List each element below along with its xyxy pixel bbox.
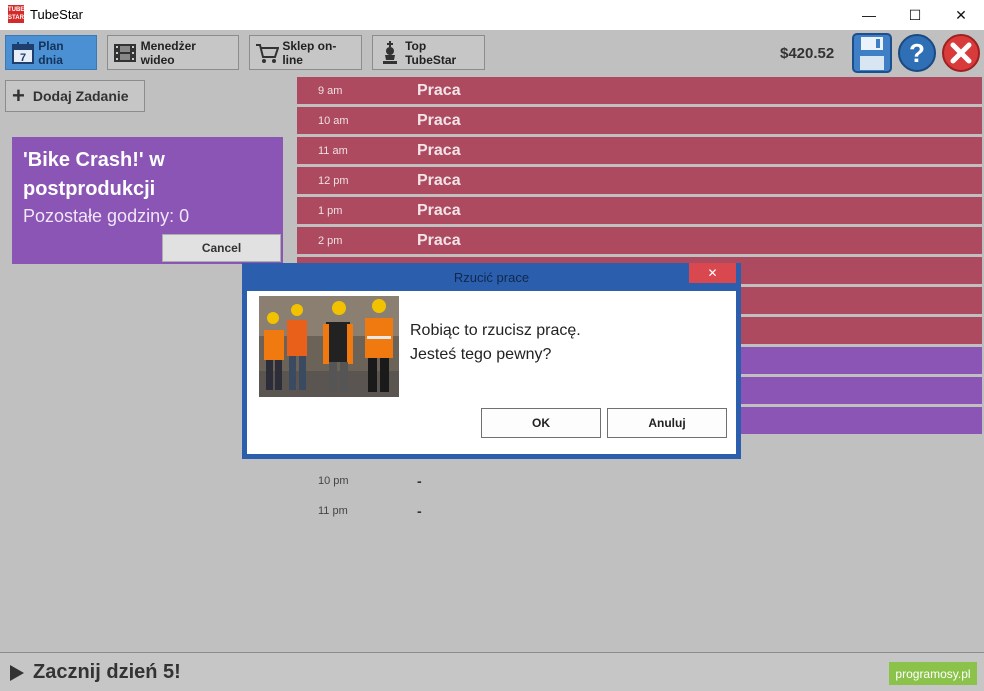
tab-sklep-online-label: Sklep on-line [282,38,337,67]
project-card: 'Bike Crash!' w postprodukcji Pozostałe … [12,137,283,264]
slot-label: Praca [417,231,461,249]
add-task-button[interactable]: + Dodaj Zadanie [5,80,145,112]
slot-time: 11 am [318,144,348,157]
slot-time: 12 pm [318,174,349,187]
schedule-slot[interactable]: 1 pm Praca [297,197,982,224]
tab-sklep-online[interactable]: Sklep on-line [249,35,362,70]
schedule-slot[interactable]: 2 pm Praca [297,227,982,254]
maximize-button[interactable]: ☐ [892,0,938,30]
slot-label: Praca [417,141,461,159]
slot-time: 10 am [318,114,349,127]
add-task-label: Dodaj Zadanie [32,88,129,104]
app-logo-icon: TUBE STAR [8,5,25,23]
tab-top-tubestar[interactable]: Top TubeStar [372,35,485,70]
workers-photo [259,296,399,397]
dialog-body: Robiąc to rzucisz pracę. Jesteś tego pew… [247,291,736,454]
title-bar: TUBE STAR TubeStar — ☐ ✕ [0,0,984,30]
project-hours-remaining: Pozostałe godziny: 0 [23,206,190,226]
play-icon [10,664,24,681]
dialog-message: Robiąc to rzucisz pracę. Jesteś tego pew… [410,319,581,367]
slot-time: 1 pm [318,204,343,217]
brand-logo: programosy.pl [889,662,977,685]
tab-plan-dnia-label: Plan dnia [38,38,64,67]
shopping-cart-icon [254,40,279,66]
dialog-title: Rzucić prace [453,269,530,285]
schedule-slot[interactable]: 10 pm - [297,467,982,494]
dialog-close-button[interactable]: ✕ [689,263,736,283]
minimize-button[interactable]: — [846,0,892,30]
schedule-slot[interactable]: 10 am Praca [297,107,982,134]
slot-time: 9 am [318,84,343,97]
save-icon[interactable] [852,33,892,73]
schedule-slot[interactable]: 12 pm Praca [297,167,982,194]
calendar-icon: 7 [10,40,35,66]
slot-label: - [417,472,422,489]
project-title: 'Bike Crash!' w postprodukcji [23,149,165,200]
dialog-message-line2: Jesteś tego pewny? [410,346,552,363]
slot-label: Praca [417,81,461,99]
help-icon[interactable]: ? [897,33,937,73]
slot-label: Praca [417,111,461,129]
exit-icon[interactable] [941,33,981,73]
dialog-message-line1: Robiąc to rzucisz pracę. [410,322,581,339]
slot-label: Praca [417,171,461,189]
start-day-label: Zacznij dzień 5! [33,661,181,683]
cancel-project-button[interactable]: Cancel [162,234,281,262]
tab-menedzer-wideo[interactable]: Menedżer wideo [107,35,239,70]
money-balance: $420.52 [780,45,835,62]
slot-time: 11 pm [318,504,348,517]
slot-time: 2 pm [318,234,343,247]
plus-icon: + [12,83,25,108]
window-title: TubeStar [30,7,83,22]
start-day-button[interactable]: Zacznij dzień 5! [10,661,181,684]
tab-menedzer-wideo-label: Menedżer wideo [140,38,196,67]
cancel-button[interactable]: Anuluj [607,408,727,438]
film-icon [112,40,138,66]
slot-time: 10 pm [318,474,349,487]
tab-top-tubestar-label: Top TubeStar [405,38,457,67]
king-chess-icon [377,40,402,66]
slot-label: Praca [417,201,461,219]
slot-label: - [417,502,422,519]
quit-job-dialog: Rzucić prace ✕ Robiąc to rzucisz pracę. … [242,263,741,459]
tab-plan-dnia[interactable]: 7 Plan dnia [5,35,97,70]
ok-button[interactable]: OK [481,408,601,438]
close-window-button[interactable]: ✕ [938,0,984,30]
svg-text:?: ? [909,38,925,68]
schedule-slot[interactable]: 11 am Praca [297,137,982,164]
schedule-slot[interactable]: 11 pm - [297,497,982,524]
toolbar: 7 Plan dnia Menedżer wideo Sklep on-line [0,30,984,76]
schedule-slot[interactable]: 9 am Praca [297,77,982,104]
svg-text:7: 7 [20,52,26,64]
footer-bar: Zacznij dzień 5! programosy.pl [0,652,984,691]
